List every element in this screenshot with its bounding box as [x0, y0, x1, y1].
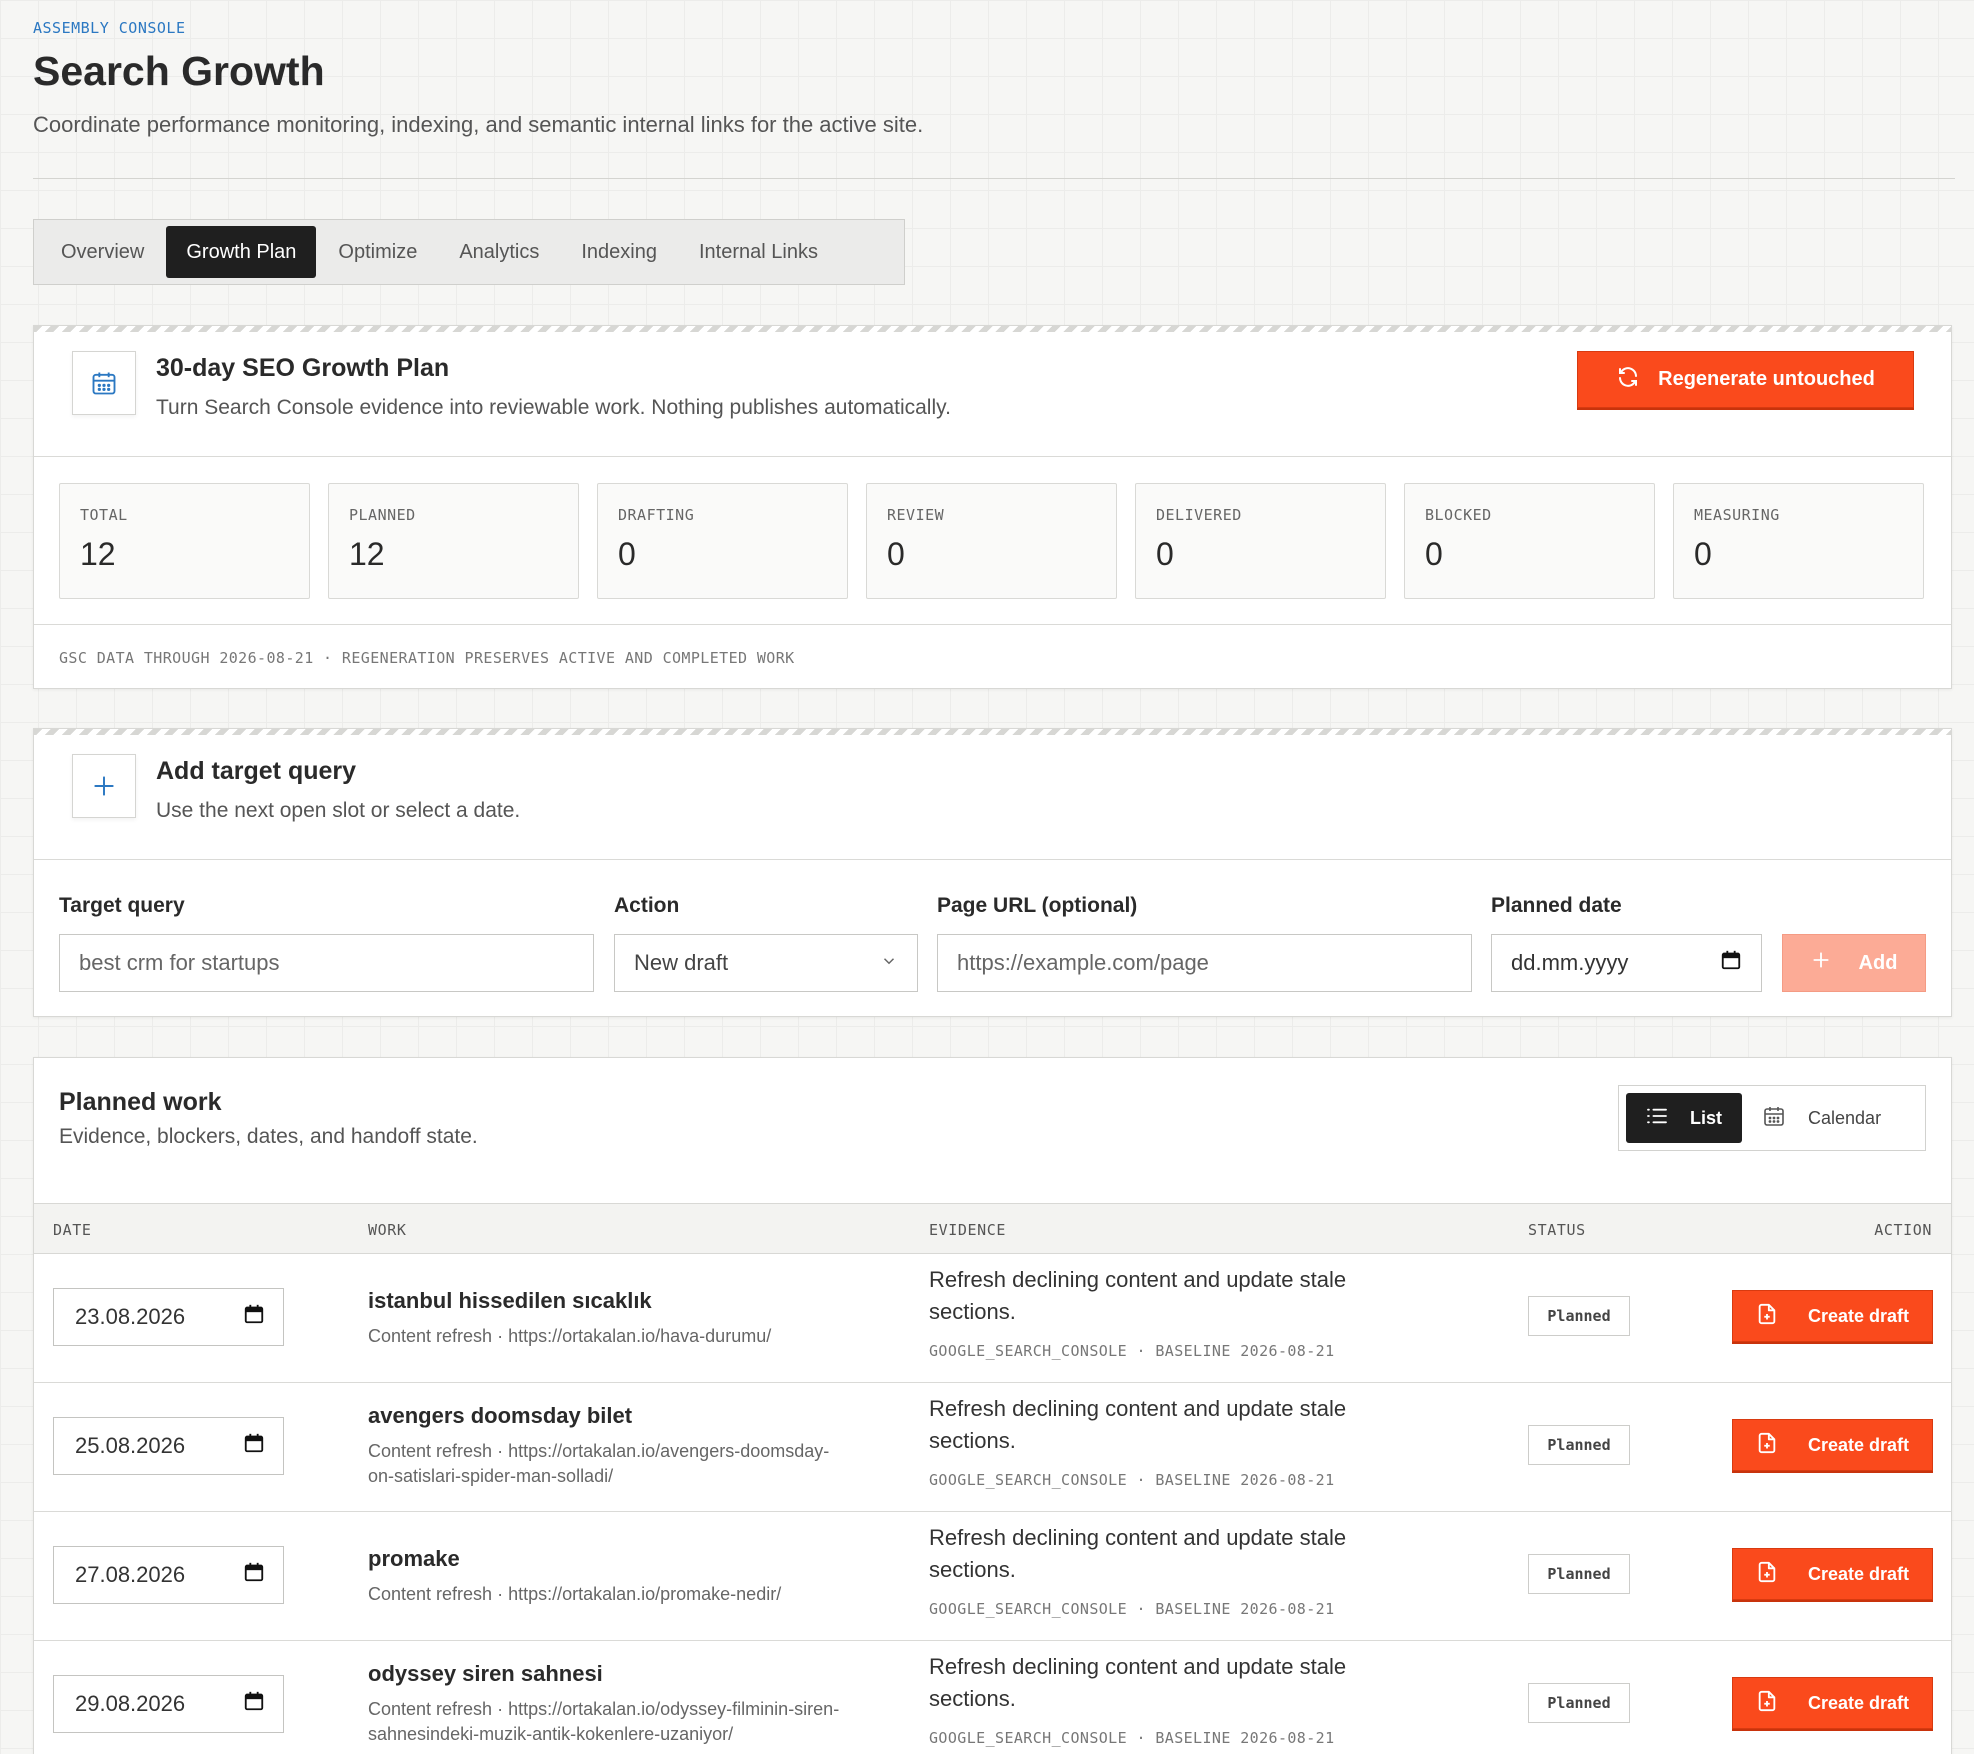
- planned-date-label: Planned date: [1491, 894, 1622, 917]
- regenerate-button[interactable]: Regenerate untouched: [1577, 351, 1914, 408]
- calendar-icon: [1762, 1104, 1786, 1133]
- evidence-text: Refresh declining content and update sta…: [929, 1396, 1347, 1453]
- calendar-picker-icon[interactable]: [243, 1432, 265, 1460]
- table-row: 27.08.2026 promake Content refresh · htt…: [34, 1512, 1951, 1641]
- calendar-picker-icon[interactable]: [243, 1561, 265, 1589]
- list-icon: [1646, 1107, 1668, 1130]
- planned-date-input[interactable]: dd.mm.yyyy: [1491, 934, 1762, 992]
- work-title: odyssey siren sahnesi: [368, 1661, 603, 1686]
- view-calendar-button[interactable]: Calendar: [1742, 1093, 1901, 1143]
- tab-overview[interactable]: Overview: [41, 226, 164, 278]
- work-meta: Content refresh · https://ortakalan.io/h…: [368, 1326, 772, 1346]
- stat-blocked: BLOCKED 0: [1404, 483, 1655, 599]
- row-date-input[interactable]: 27.08.2026: [53, 1546, 284, 1604]
- file-plus-icon: [1756, 1431, 1778, 1460]
- plus-icon: [72, 754, 136, 818]
- add-query-subtitle: Use the next open slot or select a date.: [156, 799, 521, 822]
- page-subtitle: Coordinate performance monitoring, index…: [33, 112, 924, 137]
- table-row: 25.08.2026 avengers doomsday bilet Conte…: [34, 1383, 1951, 1512]
- plan-title: 30-day SEO Growth Plan: [156, 354, 450, 382]
- regenerate-label: Regenerate untouched: [1658, 368, 1875, 390]
- evidence-text: Refresh declining content and update sta…: [929, 1267, 1347, 1324]
- column-evidence: EVIDENCE: [929, 1221, 1007, 1239]
- column-action: ACTION: [1874, 1221, 1932, 1239]
- tab-internal-links[interactable]: Internal Links: [679, 226, 838, 278]
- create-draft-button[interactable]: Create draft: [1732, 1677, 1933, 1729]
- create-draft-button[interactable]: Create draft: [1732, 1419, 1933, 1471]
- evidence-text: Refresh declining content and update sta…: [929, 1525, 1347, 1582]
- table-header: DATE WORK EVIDENCE STATUS ACTION: [34, 1203, 1951, 1254]
- stat-drafting: DRAFTING 0: [597, 483, 848, 599]
- column-date: DATE: [53, 1221, 92, 1239]
- calendar-picker-icon[interactable]: [243, 1303, 265, 1331]
- growth-plan-card: 30-day SEO Growth Plan Turn Search Conso…: [33, 325, 1952, 689]
- planned-work-card: Planned work Evidence, blockers, dates, …: [33, 1057, 1952, 1754]
- app-kicker: ASSEMBLY CONSOLE: [33, 19, 186, 37]
- add-button[interactable]: Add: [1782, 934, 1926, 992]
- tab-analytics[interactable]: Analytics: [439, 226, 559, 278]
- plan-footnote: GSC DATA THROUGH 2026-08-21 · REGENERATI…: [59, 649, 795, 667]
- tab-growth-plan[interactable]: Growth Plan: [166, 226, 317, 278]
- planned-work-subtitle: Evidence, blockers, dates, and handoff s…: [59, 1125, 478, 1148]
- planned-date-placeholder: dd.mm.yyyy: [1511, 950, 1629, 975]
- evidence-meta: GOOGLE_SEARCH_CONSOLE · BASELINE 2026-08…: [929, 1471, 1335, 1489]
- add-label: Add: [1858, 951, 1898, 974]
- view-toggle: List Calendar: [1618, 1085, 1926, 1151]
- row-date-input[interactable]: 25.08.2026: [53, 1417, 284, 1475]
- calendar-icon: [72, 351, 136, 415]
- file-plus-icon: [1756, 1689, 1778, 1718]
- work-title: promake: [368, 1546, 460, 1571]
- table-row: 23.08.2026 istanbul hissedilen sıcaklık …: [34, 1254, 1951, 1383]
- stat-total: TOTAL 12: [59, 483, 310, 599]
- add-query-title: Add target query: [156, 757, 357, 785]
- page-url-input[interactable]: https://example.com/page: [937, 934, 1472, 992]
- status-badge: Planned: [1528, 1296, 1630, 1336]
- stat-planned: PLANNED 12: [328, 483, 579, 599]
- work-meta: Content refresh · https://ortakalan.io/a…: [368, 1441, 830, 1486]
- status-badge: Planned: [1528, 1425, 1630, 1465]
- column-status: STATUS: [1528, 1221, 1586, 1239]
- tab-optimize[interactable]: Optimize: [318, 226, 437, 278]
- action-select-value: New draft: [634, 950, 729, 975]
- work-meta: Content refresh · https://ortakalan.io/p…: [368, 1584, 782, 1604]
- tab-bar: Overview Growth Plan Optimize Analytics …: [33, 219, 905, 285]
- row-date-input[interactable]: 23.08.2026: [53, 1288, 284, 1346]
- evidence-meta: GOOGLE_SEARCH_CONSOLE · BASELINE 2026-08…: [929, 1342, 1335, 1360]
- evidence-meta: GOOGLE_SEARCH_CONSOLE · BASELINE 2026-08…: [929, 1600, 1335, 1618]
- column-work: WORK: [368, 1221, 407, 1239]
- status-badge: Planned: [1528, 1683, 1630, 1723]
- refresh-icon: [1616, 365, 1640, 395]
- create-draft-button[interactable]: Create draft: [1732, 1548, 1933, 1600]
- create-draft-button[interactable]: Create draft: [1732, 1290, 1933, 1342]
- work-meta: Content refresh · https://ortakalan.io/o…: [368, 1699, 840, 1744]
- plus-icon: [1811, 950, 1831, 976]
- action-label: Action: [614, 894, 680, 917]
- stat-review: REVIEW 0: [866, 483, 1117, 599]
- table-row: 29.08.2026 odyssey siren sahnesi Content…: [34, 1641, 1951, 1754]
- evidence-text: Refresh declining content and update sta…: [929, 1654, 1347, 1711]
- chevron-down-icon: [880, 950, 898, 976]
- file-plus-icon: [1756, 1302, 1778, 1331]
- page-title: Search Growth: [33, 48, 325, 94]
- action-select[interactable]: New draft: [614, 934, 918, 992]
- planned-work-title: Planned work: [59, 1088, 222, 1116]
- work-title: istanbul hissedilen sıcaklık: [368, 1288, 652, 1313]
- stat-delivered: DELIVERED 0: [1135, 483, 1386, 599]
- page-url-label: Page URL (optional): [937, 894, 1138, 917]
- stat-measuring: MEASURING 0: [1673, 483, 1924, 599]
- target-query-label: Target query: [59, 894, 185, 917]
- calendar-picker-icon[interactable]: [243, 1690, 265, 1718]
- status-badge: Planned: [1528, 1554, 1630, 1594]
- file-plus-icon: [1756, 1560, 1778, 1589]
- plan-subtitle: Turn Search Console evidence into review…: [156, 396, 951, 419]
- tab-indexing[interactable]: Indexing: [561, 226, 677, 278]
- target-query-input[interactable]: best crm for startups: [59, 934, 594, 992]
- header-divider: [33, 178, 1955, 179]
- view-list-button[interactable]: List: [1626, 1093, 1743, 1143]
- evidence-meta: GOOGLE_SEARCH_CONSOLE · BASELINE 2026-08…: [929, 1729, 1335, 1747]
- work-title: avengers doomsday bilet: [368, 1403, 633, 1428]
- row-date-input[interactable]: 29.08.2026: [53, 1675, 284, 1733]
- calendar-picker-icon[interactable]: [1720, 949, 1742, 977]
